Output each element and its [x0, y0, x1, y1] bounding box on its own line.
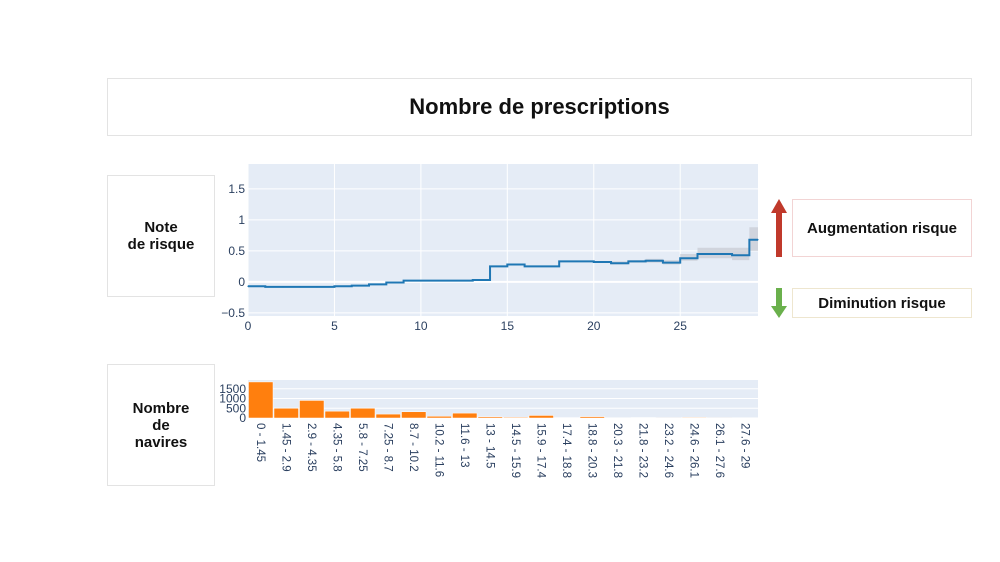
data-point: [679, 257, 681, 259]
y-tick-label: 0.5: [228, 244, 245, 258]
x-tick-label: 14.5 - 15.9: [509, 423, 521, 478]
data-point: [472, 279, 474, 281]
x-tick-label: 23.2 - 24.6: [662, 423, 674, 478]
y-tick-label: 1500: [219, 382, 246, 396]
x-tick-label: 11.6 - 13: [458, 423, 470, 468]
bar: [273, 408, 299, 419]
risk-decrease-label: Diminution risque: [792, 288, 972, 318]
bar: [477, 416, 503, 419]
data-point: [316, 286, 318, 288]
x-tick-label: 15: [501, 319, 515, 333]
bar: [528, 415, 554, 419]
data-point: [575, 260, 578, 263]
y-tick-label: 1.5: [228, 182, 245, 196]
data-point: [489, 265, 491, 267]
data-point: [454, 280, 457, 282]
y-tick-label: 0: [238, 275, 245, 289]
bar: [452, 412, 478, 419]
x-tick-label: 5.8 - 7.25: [356, 423, 368, 472]
bar: [503, 416, 529, 419]
data-point: [610, 262, 612, 264]
x-tick-label: 0 - 1.45: [254, 423, 266, 462]
data-point: [333, 285, 336, 287]
x-tick-label: 18.8 - 20.3: [585, 423, 597, 478]
x-tick-label: 1.45 - 2.9: [279, 423, 291, 472]
bar: [248, 381, 274, 419]
x-tick-label: 10.2 - 11.6: [432, 423, 444, 477]
x-tick-label: 7.25 - 8.7: [381, 423, 393, 472]
data-point: [558, 260, 560, 263]
data-point: [351, 285, 353, 287]
data-point: [627, 260, 629, 263]
data-point: [247, 285, 249, 287]
ship-count-chart: 0500100015000 - 1.45 1.45 - 2.9 2.9 - 4.35…: [219, 380, 758, 479]
plot-area: [248, 164, 758, 316]
risk-score-chart: 0 5 10 15 20 25−0.500.511.5: [221, 164, 759, 333]
data-point: [748, 239, 750, 241]
data-point: [299, 286, 301, 288]
y-tick-label: −0.5: [221, 306, 245, 320]
x-tick-label: 15.9 - 17.4: [534, 423, 546, 479]
data-point: [264, 286, 266, 288]
data-point: [714, 253, 716, 255]
x-tick-label: 24.6 - 26.1: [687, 423, 699, 478]
ship-count-label: Nombre de navires: [107, 364, 215, 486]
bar: [375, 413, 401, 419]
x-tick-label: 8.7 - 10.2: [407, 423, 419, 472]
x-tick-label: 20.3 - 21.8: [611, 423, 623, 478]
risk-score-label: Note de risque: [107, 175, 215, 297]
bar: [426, 415, 452, 419]
chart-title: Nombre de prescriptions: [107, 78, 972, 136]
y-tick-label: 1: [238, 213, 245, 227]
data-point: [645, 260, 647, 262]
data-point: [281, 286, 284, 288]
x-tick-label: 0: [245, 319, 252, 333]
x-tick-label: 21.8 - 23.2: [636, 423, 648, 478]
data-point: [506, 263, 508, 266]
data-point: [541, 265, 543, 267]
data-point: [731, 254, 733, 256]
bar: [401, 411, 427, 419]
x-tick-label: 4.35 - 5.8: [330, 423, 342, 472]
x-tick-label: 25: [674, 319, 688, 333]
bar: [299, 400, 325, 419]
bar: [681, 417, 707, 419]
bar: [324, 410, 350, 419]
data-point: [757, 239, 759, 241]
data-point: [696, 253, 699, 255]
data-point: [593, 261, 595, 263]
data-point: [662, 262, 664, 264]
x-tick-label: 13 - 14.5: [483, 423, 495, 468]
x-tick-label: 26.1 - 27.6: [713, 423, 725, 478]
data-point: [368, 283, 370, 285]
risk-increase-label: Augmentation risque: [792, 199, 972, 257]
x-tick-label: 27.6 - 29: [738, 423, 750, 468]
x-tick-label: 5: [331, 319, 338, 333]
x-tick-label: 2.9 - 4.35: [305, 423, 317, 472]
bar: [579, 416, 605, 419]
x-tick-label: 17.4 - 18.8: [560, 423, 572, 478]
x-tick-label: 10: [414, 319, 428, 333]
data-point: [420, 280, 422, 282]
data-point: [385, 281, 387, 284]
x-tick-label: 20: [587, 319, 601, 333]
bar: [350, 408, 376, 419]
data-point: [437, 280, 439, 282]
data-point: [524, 265, 526, 267]
arrow-down-icon: [771, 288, 787, 318]
arrow-up-icon: [771, 199, 787, 257]
data-point: [402, 280, 405, 282]
